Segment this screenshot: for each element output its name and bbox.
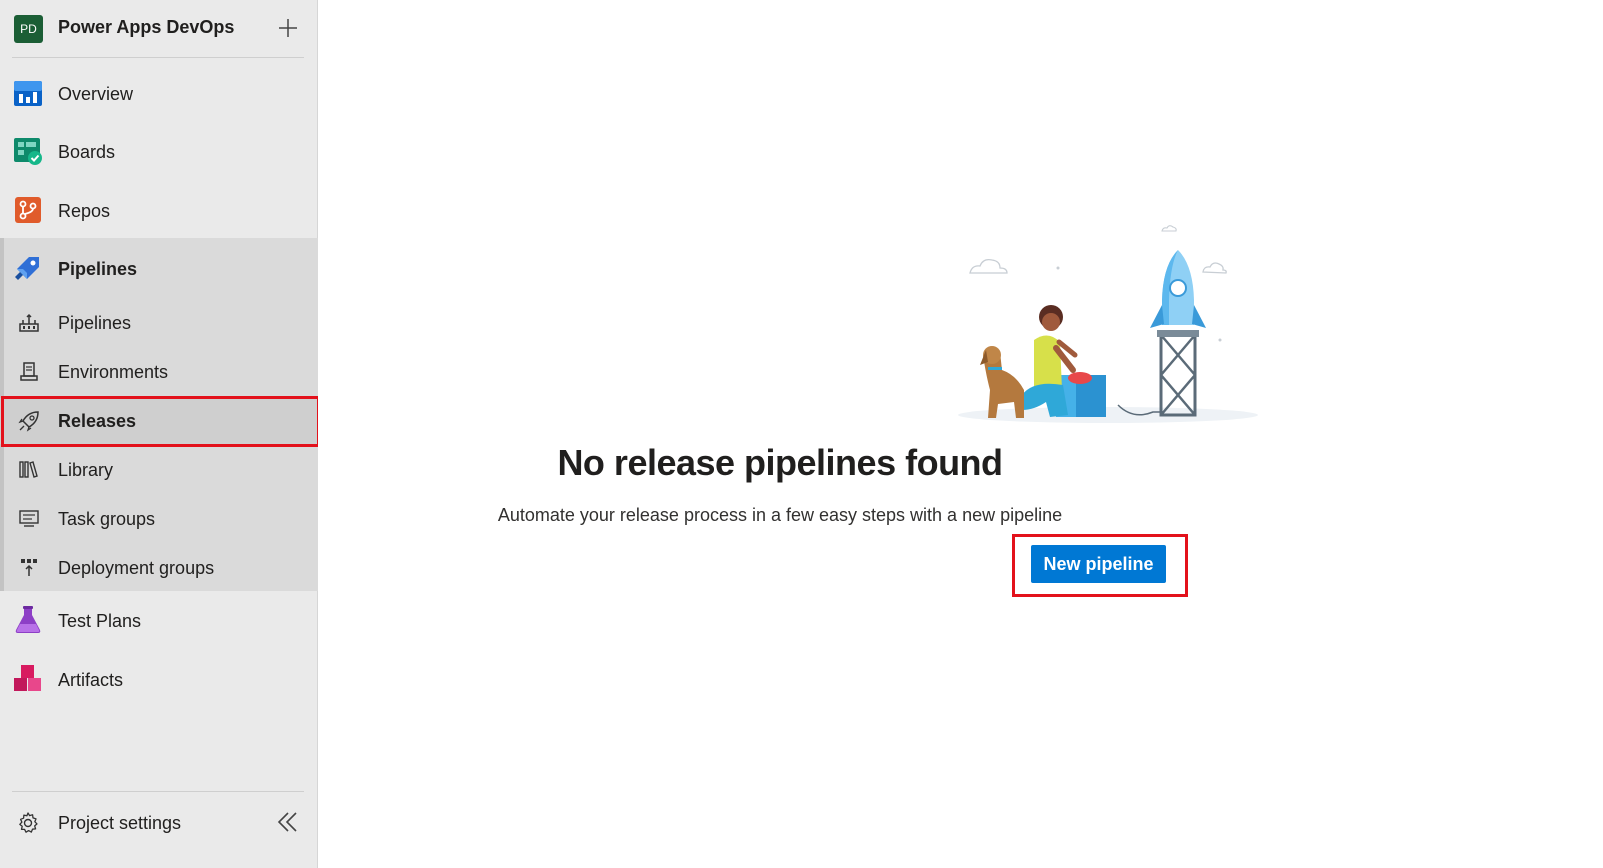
- nav-label: Boards: [58, 141, 116, 162]
- pipelines-sub-icon: [19, 313, 39, 332]
- nav-label: Pipelines: [58, 258, 138, 279]
- nav-label: Overview: [58, 83, 134, 104]
- project-avatar[interactable]: PD: [14, 15, 43, 43]
- project-name[interactable]: Power Apps DevOps: [58, 17, 234, 38]
- overview-icon: [14, 81, 42, 106]
- nav-item-artifacts[interactable]: Artifacts: [0, 662, 318, 698]
- divider: [12, 791, 304, 792]
- nav-item-overview[interactable]: Overview: [0, 76, 318, 112]
- nav-item-boards[interactable]: Boards: [0, 134, 318, 170]
- divider: [12, 57, 304, 58]
- deployment-groups-icon: [21, 559, 37, 576]
- new-pipeline-button[interactable]: New pipeline: [1031, 545, 1166, 583]
- nav-label: Project settings: [58, 812, 182, 833]
- pipelines-icon: [15, 257, 39, 280]
- rocket-icon: [18, 411, 39, 432]
- boards-icon: [14, 138, 42, 165]
- empty-state-description: Automate your release process in a few e…: [497, 505, 1063, 525]
- sub-item-label: Pipelines: [58, 312, 132, 333]
- nav-label: Test Plans: [58, 610, 142, 631]
- gear-icon: [19, 812, 38, 833]
- nav-item-pipelines[interactable]: Pipelines: [0, 251, 318, 287]
- environments-icon: [20, 362, 38, 381]
- rocket-launch-illustration: [958, 225, 1258, 423]
- sub-item-label: Deployment groups: [58, 557, 215, 578]
- collapse-icon[interactable]: [275, 809, 301, 835]
- project-header: PD Power Apps DevOps: [0, 0, 318, 58]
- sub-item-environments[interactable]: Environments: [0, 355, 318, 389]
- test-plans-icon: [15, 606, 41, 633]
- sub-item-label: Environments: [58, 361, 169, 382]
- nav-item-test-plans[interactable]: Test Plans: [0, 603, 318, 639]
- add-icon[interactable]: [274, 14, 302, 42]
- nav-label: Repos: [58, 200, 111, 221]
- main-content: No release pipelines found Automate your…: [318, 0, 1603, 868]
- nav-label: Artifacts: [58, 669, 124, 690]
- repos-icon: [15, 197, 41, 223]
- app: PD Power Apps DevOps Overview Boards Rep…: [0, 0, 1603, 868]
- sub-item-deployment-groups[interactable]: Deployment groups: [0, 551, 318, 585]
- empty-state-title: No release pipelines found: [557, 442, 1003, 483]
- sub-item-pipelines[interactable]: Pipelines: [0, 306, 318, 340]
- nav-item-project-settings[interactable]: Project settings: [0, 805, 318, 841]
- sub-item-releases[interactable]: Releases: [0, 398, 318, 444]
- sub-item-label: Releases: [58, 410, 137, 431]
- nav-item-repos[interactable]: Repos: [0, 193, 318, 229]
- artifacts-icon: [14, 665, 41, 691]
- sidebar: PD Power Apps DevOps Overview Boards Rep…: [0, 0, 320, 868]
